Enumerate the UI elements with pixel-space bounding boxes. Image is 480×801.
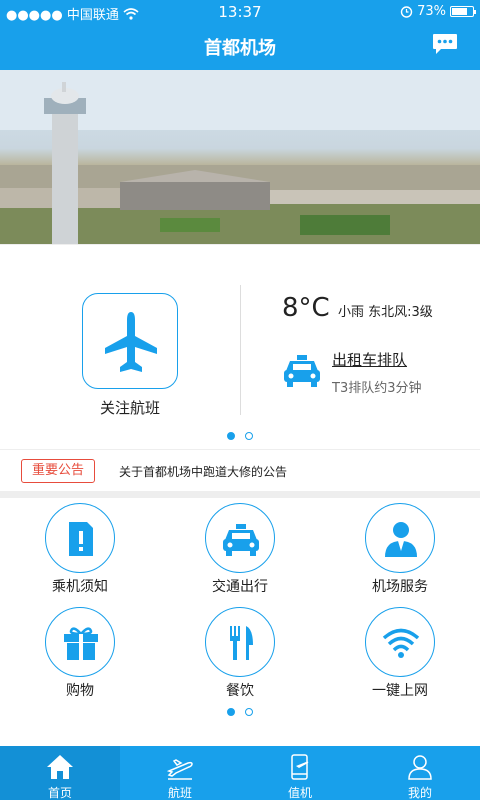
message-icon[interactable] xyxy=(432,33,458,55)
airport-banner-image xyxy=(0,70,480,244)
taxi-queue-link[interactable]: 出租车排队 xyxy=(332,349,407,370)
service-item-boarding-notice[interactable]: 乘机须知 xyxy=(0,498,160,602)
services-page-indicator xyxy=(227,708,253,716)
notice-bar[interactable]: 重要公告 关于首都机场中跑道大修的公告 xyxy=(0,449,480,491)
checkin-phone-icon xyxy=(291,754,309,780)
battery-icon xyxy=(450,6,476,17)
follow-flight-label: 关注航班 xyxy=(99,399,160,417)
weather-desc: 小雨 东北风:3级 xyxy=(338,305,433,320)
service-label: 一键上网 xyxy=(372,683,428,699)
gift-icon xyxy=(64,627,98,660)
service-item-transport[interactable]: 交通出行 xyxy=(160,498,320,602)
airplane-icon xyxy=(105,312,157,372)
page-dot xyxy=(245,708,253,716)
temperature: 8°C xyxy=(282,293,330,323)
service-label: 乘机须知 xyxy=(52,579,108,595)
taxi-queue-info: T3排队约3分钟 xyxy=(332,381,422,396)
quick-panel: 关注航班 8°C 小雨 东北风:3级 出租车排队 T3排队约3分钟 xyxy=(0,244,480,448)
page-dot xyxy=(227,432,235,440)
notice-text[interactable]: 关于首都机场中跑道大修的公告 xyxy=(119,463,287,480)
alarm-icon xyxy=(400,6,413,18)
banner-carousel[interactable] xyxy=(0,70,480,244)
tab-label: 航班 xyxy=(167,786,192,800)
service-label: 购物 xyxy=(66,683,94,699)
service-item-wifi[interactable]: 一键上网 xyxy=(320,602,480,706)
wifi-icon xyxy=(382,628,420,658)
page-dot xyxy=(245,432,253,440)
flight-icon xyxy=(166,759,193,780)
tab-label: 我的 xyxy=(407,786,432,800)
tab-bar: 首页 航班 值机 我的 xyxy=(0,746,480,800)
taxi-icon xyxy=(284,355,320,387)
tab-checkin[interactable]: 值机 xyxy=(240,746,360,800)
page-dot xyxy=(227,708,235,716)
divider xyxy=(240,285,241,415)
home-icon xyxy=(47,755,73,779)
section-separator xyxy=(0,491,480,498)
tab-home[interactable]: 首页 xyxy=(0,746,120,800)
taxi-icon xyxy=(223,524,259,556)
notice-document-icon xyxy=(69,522,93,556)
tab-mine[interactable]: 我的 xyxy=(360,746,480,800)
service-label: 餐饮 xyxy=(226,683,254,699)
status-bar: ●●●●● 中国联通 13:37 73% xyxy=(0,0,480,24)
battery-percent: 73% xyxy=(417,4,446,19)
staff-person-icon xyxy=(385,522,417,557)
header: 首都机场 xyxy=(0,24,480,70)
tab-flights[interactable]: 航班 xyxy=(120,746,240,800)
user-icon xyxy=(408,755,432,780)
fork-knife-icon xyxy=(230,626,253,660)
page-title: 首都机场 xyxy=(204,38,276,59)
service-item-airport-service[interactable]: 机场服务 xyxy=(320,498,480,602)
quick-page-indicator xyxy=(227,432,253,440)
service-label: 机场服务 xyxy=(372,579,428,595)
tab-label: 首页 xyxy=(47,786,72,800)
tab-label: 值机 xyxy=(287,786,312,800)
service-item-dining[interactable]: 餐饮 xyxy=(160,602,320,706)
service-label: 交通出行 xyxy=(212,579,268,595)
notice-tag: 重要公告 xyxy=(21,459,95,483)
service-item-shopping[interactable]: 购物 xyxy=(0,602,160,706)
follow-flight-button[interactable] xyxy=(82,293,178,389)
